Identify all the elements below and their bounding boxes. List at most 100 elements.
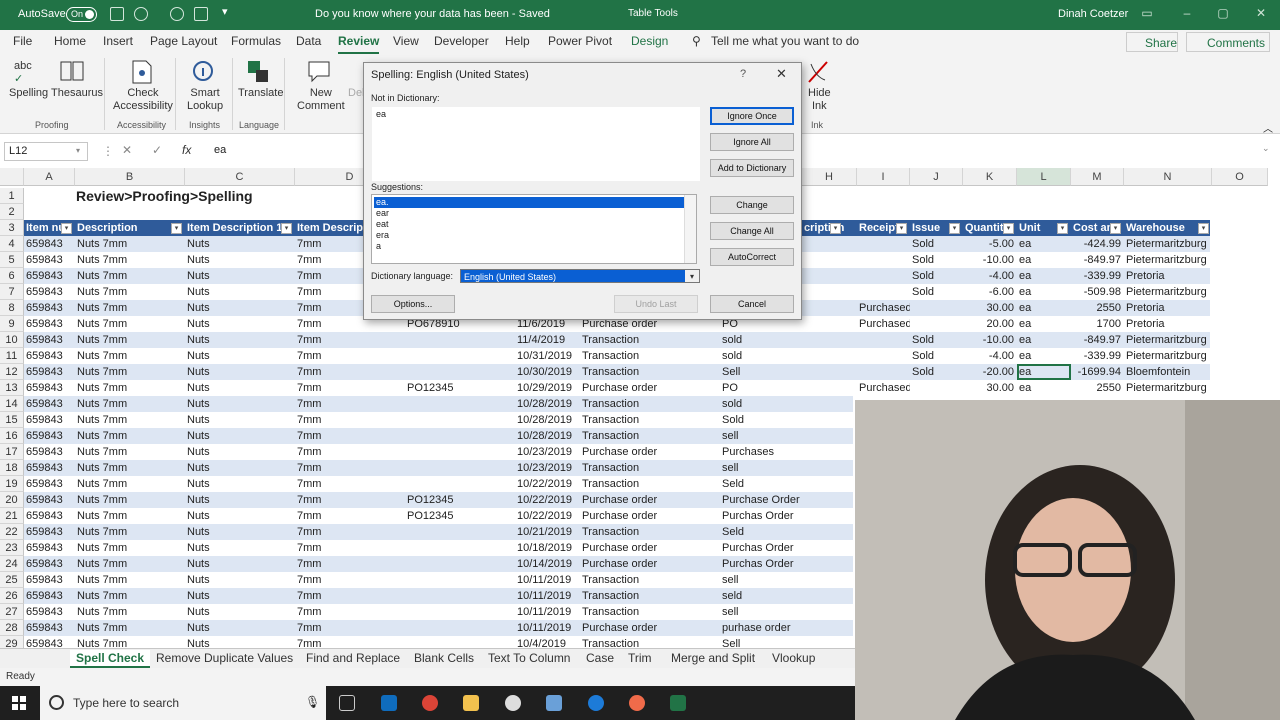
filter-dropdown-icon[interactable]: ▾ — [61, 223, 72, 234]
table-cell[interactable]: Nuts — [185, 540, 295, 556]
table-cell[interactable]: 7mm — [295, 540, 405, 556]
header-item-description-1[interactable]: Item Description 1 — [185, 220, 295, 236]
table-cell[interactable]: 10/23/2019 — [515, 460, 580, 476]
customize-qat-icon[interactable]: ▾ — [222, 5, 228, 18]
table-cell[interactable]: 7mm — [295, 556, 405, 572]
row-header[interactable]: 13 — [0, 380, 24, 396]
maximize-icon[interactable]: ▢ — [1216, 6, 1230, 22]
table-cell[interactable]: 7mm — [295, 380, 405, 396]
suggestion-item[interactable]: ea. — [374, 197, 684, 208]
table-cell[interactable]: Seld — [720, 524, 857, 540]
table-cell[interactable]: 30.00 — [963, 300, 1017, 316]
ignore-once-button[interactable]: Ignore Once — [710, 107, 794, 125]
row-header-1[interactable]: 1 — [0, 188, 24, 204]
name-box-dropdown-icon[interactable]: ▾ — [76, 146, 80, 155]
table-cell[interactable]: 659843 — [24, 604, 75, 620]
filter-dropdown-icon[interactable]: ▾ — [1110, 223, 1121, 234]
table-cell[interactable]: 659843 — [24, 268, 75, 284]
ribbon-display-icon[interactable]: ▭ — [1140, 6, 1154, 22]
table-cell[interactable] — [405, 524, 515, 540]
insert-function-icon[interactable]: fx — [182, 143, 191, 157]
cancel-entry-icon[interactable]: ✕ — [122, 143, 132, 157]
app-icon[interactable] — [505, 695, 521, 711]
table-cell[interactable] — [910, 316, 963, 332]
table-cell[interactable]: 7mm — [295, 508, 405, 524]
task-view-icon[interactable] — [339, 695, 355, 711]
suggestions-list[interactable]: ea. ear eat era a — [371, 194, 697, 264]
table-cell[interactable]: 7mm — [295, 444, 405, 460]
table-cell[interactable]: 7mm — [295, 348, 405, 364]
table-cell[interactable]: 659843 — [24, 620, 75, 636]
table-cell[interactable]: 659843 — [24, 588, 75, 604]
table-cell[interactable]: Nuts 7mm — [75, 348, 185, 364]
table-cell[interactable]: Transaction — [580, 524, 720, 540]
row-header[interactable]: 10 — [0, 332, 24, 348]
table-cell[interactable]: -339.99 — [1071, 348, 1124, 364]
table-cell[interactable]: ea — [1017, 268, 1071, 284]
table-cell[interactable]: ea — [1017, 236, 1071, 252]
row-header[interactable]: 12 — [0, 364, 24, 380]
table-cell[interactable]: 10/22/2019 — [515, 492, 580, 508]
table-cell[interactable]: Pretoria — [1124, 268, 1212, 284]
header-item-description-2[interactable]: Item Descript — [295, 220, 365, 236]
ignore-all-button[interactable]: Ignore All — [710, 133, 794, 151]
table-cell[interactable]: 7mm — [295, 620, 405, 636]
comments-button[interactable]: Comments — [1186, 32, 1270, 52]
table-cell[interactable]: Sold — [910, 236, 963, 252]
sheet-tab[interactable]: Find and Replace — [300, 650, 406, 668]
row-header[interactable]: 27 — [0, 604, 24, 620]
chevron-down-icon[interactable]: ▾ — [685, 270, 699, 282]
table-cell[interactable]: Purchase order — [580, 508, 720, 524]
minimize-icon[interactable]: – — [1180, 6, 1194, 22]
table-cell[interactable] — [405, 428, 515, 444]
row-header[interactable]: 28 — [0, 620, 24, 636]
table-cell[interactable] — [405, 412, 515, 428]
table-cell[interactable]: Nuts 7mm — [75, 268, 185, 284]
row-header[interactable]: 25 — [0, 572, 24, 588]
table-cell[interactable]: 10/21/2019 — [515, 524, 580, 540]
table-cell[interactable]: Pietermaritzburg — [1124, 252, 1212, 268]
new-comment-button[interactable]: New Comment — [297, 87, 345, 113]
table-cell[interactable]: Nuts 7mm — [75, 332, 185, 348]
table-cell[interactable]: Nuts 7mm — [75, 460, 185, 476]
table-cell[interactable]: Purchased — [857, 316, 910, 332]
tab-developer[interactable]: Developer — [434, 34, 489, 48]
table-cell[interactable]: Purchase order — [580, 444, 720, 460]
table-cell[interactable]: Nuts — [185, 524, 295, 540]
tab-page-layout[interactable]: Page Layout — [150, 34, 217, 48]
filter-dropdown-icon[interactable]: ▾ — [281, 223, 292, 234]
table-cell[interactable]: sold — [720, 332, 857, 348]
table-cell[interactable]: Nuts 7mm — [75, 364, 185, 380]
table-cell[interactable]: 10/29/2019 — [515, 380, 580, 396]
row-header[interactable]: 15 — [0, 412, 24, 428]
table-cell[interactable]: Transaction — [580, 572, 720, 588]
redo-icon[interactable] — [170, 7, 184, 21]
edge-icon[interactable] — [588, 695, 604, 711]
table-cell[interactable]: sell — [720, 572, 857, 588]
table-cell[interactable]: Nuts — [185, 412, 295, 428]
table-cell[interactable]: sell — [720, 460, 857, 476]
table-cell[interactable]: sold — [720, 348, 857, 364]
select-all-corner[interactable] — [0, 168, 24, 186]
table-cell[interactable]: Nuts — [185, 364, 295, 380]
row-header[interactable]: 8 — [0, 300, 24, 316]
suggestion-item[interactable]: ear — [374, 208, 684, 219]
column-header-o[interactable]: O — [1212, 168, 1268, 186]
table-cell[interactable] — [405, 444, 515, 460]
table-cell[interactable]: ea — [1017, 348, 1071, 364]
table-cell[interactable]: -10.00 — [963, 252, 1017, 268]
excel-taskbar-icon[interactable] — [670, 695, 686, 711]
table-cell[interactable]: Nuts 7mm — [75, 252, 185, 268]
table-cell[interactable]: Purchase order — [580, 556, 720, 572]
table-cell[interactable]: -1699.94 — [1071, 364, 1124, 380]
table-cell[interactable]: Pretoria — [1124, 300, 1212, 316]
table-cell[interactable]: 7mm — [295, 364, 405, 380]
document-title[interactable]: Do you know where your data has been - S… — [315, 8, 550, 20]
table-cell[interactable]: Nuts — [185, 508, 295, 524]
table-cell[interactable]: 659843 — [24, 300, 75, 316]
table-cell[interactable]: Sell — [720, 636, 857, 648]
table-cell[interactable]: Pietermaritzburg — [1124, 284, 1212, 300]
row-header[interactable]: 19 — [0, 476, 24, 492]
table-cell[interactable]: 10/14/2019 — [515, 556, 580, 572]
table-cell[interactable]: Transaction — [580, 604, 720, 620]
